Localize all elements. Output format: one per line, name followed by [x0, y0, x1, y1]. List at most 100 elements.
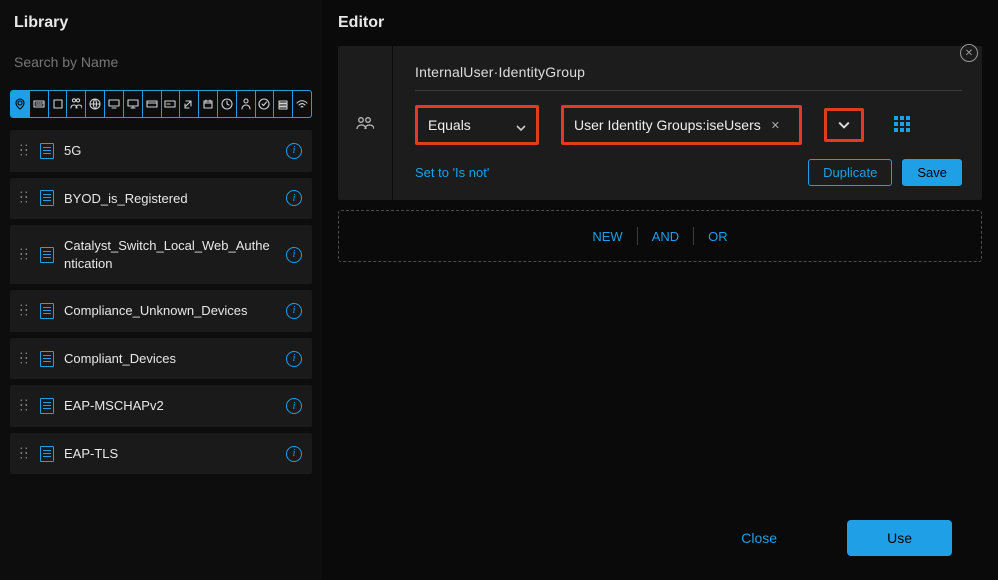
- stack-icon: [277, 98, 289, 110]
- clock-icon: [221, 98, 233, 110]
- library-item[interactable]: ∷∷ Compliance_Unknown_Devices i: [10, 290, 312, 332]
- toggle-is-not-link[interactable]: Set to 'Is not': [415, 165, 489, 180]
- drag-handle-icon[interactable]: ∷∷: [20, 306, 30, 316]
- library-item-label: Compliant_Devices: [64, 350, 276, 368]
- info-icon[interactable]: i: [286, 190, 302, 206]
- filter-calendar-icon[interactable]: [199, 91, 218, 117]
- drag-handle-icon[interactable]: ∷∷: [20, 193, 30, 203]
- library-item[interactable]: ∷∷ 5G i: [10, 130, 312, 172]
- filter-pin-icon[interactable]: [11, 91, 30, 117]
- keyboard-icon: [33, 98, 45, 110]
- group-icon: [70, 98, 82, 110]
- calendar-icon: [202, 98, 214, 110]
- highlight-operator: Equals: [415, 105, 539, 145]
- drag-handle-icon[interactable]: ∷∷: [20, 449, 30, 459]
- condition-attribute: InternalUser·IdentityGroup: [415, 64, 962, 91]
- library-item-label: EAP-TLS: [64, 445, 276, 463]
- editor-panel: Editor ✕ InternalUser·IdentityGroup Equa…: [322, 0, 998, 580]
- globe-icon: [89, 98, 101, 110]
- filter-person-icon[interactable]: [237, 91, 256, 117]
- value-expand-button[interactable]: [827, 111, 861, 139]
- or-button[interactable]: OR: [694, 229, 742, 244]
- pin-icon: [14, 98, 26, 110]
- group-icon: [356, 116, 374, 130]
- condition-type-icon[interactable]: [338, 46, 393, 200]
- filter-square-icon[interactable]: [49, 91, 68, 117]
- value-text: User Identity Groups:iseUsers: [574, 117, 761, 133]
- highlight-value: User Identity Groups:iseUsers ✕: [561, 105, 802, 145]
- external-icon: [183, 98, 195, 110]
- info-icon[interactable]: i: [286, 446, 302, 462]
- library-title: Library: [10, 14, 312, 32]
- chevron-down-icon: [516, 120, 526, 130]
- library-item[interactable]: ∷∷ EAP-TLS i: [10, 433, 312, 475]
- library-item[interactable]: ∷∷ Catalyst_Switch_Local_Web_Authenticati…: [10, 225, 312, 284]
- document-icon: [40, 303, 54, 319]
- new-condition-button[interactable]: NEW: [578, 229, 636, 244]
- close-icon[interactable]: ✕: [960, 44, 978, 62]
- clear-value-icon[interactable]: ✕: [771, 119, 780, 132]
- check-icon: [258, 98, 270, 110]
- modal-footer: Close Use: [338, 502, 982, 564]
- filter-keyboard-icon[interactable]: [30, 91, 49, 117]
- filter-clock-icon[interactable]: [218, 91, 237, 117]
- library-panel: Library ∷∷5Gi∷∷BYOD_is_Registeredi∷∷Cata…: [0, 0, 322, 580]
- filter-card-icon[interactable]: [143, 91, 162, 117]
- drag-handle-icon[interactable]: ∷∷: [20, 401, 30, 411]
- filter-stack-icon[interactable]: [274, 91, 293, 117]
- monitor-icon: [108, 98, 120, 110]
- filter-card2-icon[interactable]: [162, 91, 181, 117]
- library-item-label: EAP-MSCHAPv2: [64, 397, 276, 415]
- info-icon[interactable]: i: [286, 247, 302, 263]
- filter-external-icon[interactable]: [180, 91, 199, 117]
- save-button[interactable]: Save: [902, 159, 962, 186]
- filter-monitor-icon[interactable]: [105, 91, 124, 117]
- monitor2-icon: [127, 98, 139, 110]
- filter-check-icon[interactable]: [256, 91, 275, 117]
- drag-handle-icon[interactable]: ∷∷: [20, 146, 30, 156]
- filter-monitor2-icon[interactable]: [124, 91, 143, 117]
- info-icon[interactable]: i: [286, 398, 302, 414]
- filter-wifi-icon[interactable]: [293, 91, 311, 117]
- add-condition-slot: NEW AND OR: [338, 210, 982, 262]
- document-icon: [40, 190, 54, 206]
- drag-handle-icon[interactable]: ∷∷: [20, 354, 30, 364]
- info-icon[interactable]: i: [286, 351, 302, 367]
- library-list: ∷∷5Gi∷∷BYOD_is_Registeredi∷∷Catalyst_Swi…: [10, 130, 312, 580]
- document-icon: [40, 446, 54, 462]
- duplicate-button[interactable]: Duplicate: [808, 159, 892, 186]
- document-icon: [40, 247, 54, 263]
- condition-card: InternalUser·IdentityGroup Equals User I…: [338, 46, 982, 200]
- filter-group-icon[interactable]: [67, 91, 86, 117]
- editor-title: Editor: [338, 14, 982, 32]
- info-icon[interactable]: i: [286, 143, 302, 159]
- and-button[interactable]: AND: [638, 229, 693, 244]
- search-input[interactable]: [10, 48, 312, 80]
- info-icon[interactable]: i: [286, 303, 302, 319]
- document-icon: [40, 398, 54, 414]
- library-item[interactable]: ∷∷ EAP-MSCHAPv2 i: [10, 385, 312, 427]
- card2-icon: [164, 98, 176, 110]
- drag-handle-icon[interactable]: ∷∷: [20, 250, 30, 260]
- operator-select[interactable]: Equals: [418, 108, 536, 142]
- library-item-label: Catalyst_Switch_Local_Web_Authentication: [64, 237, 276, 272]
- highlight-expand: [824, 108, 864, 142]
- library-item-label: BYOD_is_Registered: [64, 190, 276, 208]
- square-icon: [52, 98, 64, 110]
- library-item[interactable]: ∷∷ BYOD_is_Registered i: [10, 178, 312, 220]
- document-icon: [40, 143, 54, 159]
- operator-label: Equals: [428, 117, 471, 133]
- filter-toolbar: [10, 90, 312, 118]
- close-button[interactable]: Close: [741, 530, 777, 546]
- document-icon: [40, 351, 54, 367]
- filter-globe-icon[interactable]: [86, 91, 105, 117]
- library-item[interactable]: ∷∷ Compliant_Devices i: [10, 338, 312, 380]
- library-item-label: Compliance_Unknown_Devices: [64, 302, 276, 320]
- wifi-icon: [296, 98, 308, 110]
- person-icon: [240, 98, 252, 110]
- grid-icon[interactable]: [894, 116, 912, 134]
- use-button[interactable]: Use: [847, 520, 952, 556]
- library-item-label: 5G: [64, 142, 276, 160]
- value-input[interactable]: User Identity Groups:iseUsers ✕: [564, 108, 799, 142]
- card-icon: [146, 98, 158, 110]
